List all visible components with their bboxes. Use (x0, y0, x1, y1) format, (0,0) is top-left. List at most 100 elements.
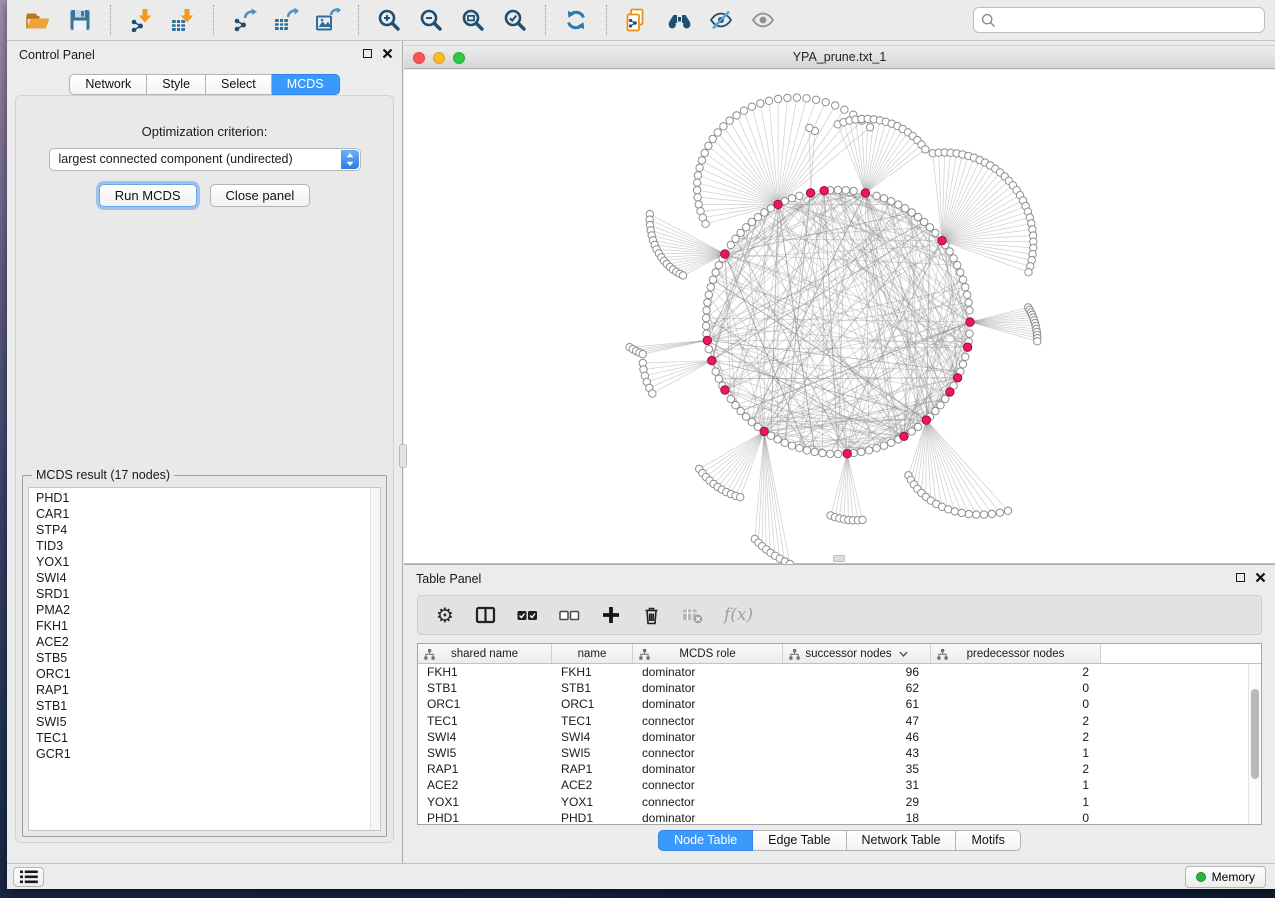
refresh-button[interactable] (561, 4, 591, 36)
graph-node[interactable] (850, 187, 857, 194)
mcds-result-item[interactable]: PMA2 (29, 602, 369, 618)
graph-dominator-node[interactable] (938, 237, 946, 245)
minimize-traffic-light-icon[interactable] (433, 52, 445, 64)
graph-node[interactable] (754, 213, 761, 220)
mcds-result-list[interactable]: PHD1CAR1STP4TID3YOX1SWI4SRD1PMA2FKH1ACE2… (28, 487, 381, 831)
column-header-name[interactable]: name (552, 644, 633, 663)
graph-node[interactable] (796, 192, 803, 199)
graph-node[interactable] (796, 445, 803, 452)
graph-node[interactable] (950, 255, 957, 262)
graph-node[interactable] (959, 361, 966, 368)
graph-node[interactable] (1025, 269, 1032, 276)
graph-node[interactable] (793, 94, 800, 101)
graph-node[interactable] (705, 346, 712, 353)
graph-node[interactable] (951, 508, 958, 515)
close-panel-button[interactable]: Close panel (210, 184, 311, 207)
mcds-result-item[interactable]: TID3 (29, 538, 369, 554)
graph-node[interactable] (740, 107, 747, 114)
graph-node[interactable] (922, 146, 929, 153)
graph-node[interactable] (726, 117, 733, 124)
graph-dominator-node[interactable] (922, 416, 930, 424)
graph-node[interactable] (707, 284, 714, 291)
graph-node[interactable] (954, 262, 961, 269)
table-row[interactable]: YOX1YOX1connector291 (418, 794, 1248, 810)
graph-node[interactable] (803, 95, 810, 102)
tab-edge-table[interactable]: Edge Table (753, 830, 846, 851)
network-graph[interactable] (404, 70, 1275, 564)
import-table-button[interactable] (168, 4, 198, 36)
graph-node[interactable] (980, 511, 987, 518)
combo-stepper-icon[interactable] (341, 150, 359, 169)
graph-node[interactable] (859, 516, 866, 523)
graph-node[interactable] (679, 272, 686, 279)
graph-node[interactable] (698, 157, 705, 164)
graph-node[interactable] (774, 436, 781, 443)
graph-node[interactable] (996, 509, 1003, 516)
table-row[interactable]: SWI4SWI4dominator462 (418, 729, 1248, 745)
export-image-button[interactable] (313, 4, 343, 36)
graph-node[interactable] (695, 201, 702, 208)
graph-dominator-node[interactable] (966, 318, 974, 326)
graph-node[interactable] (696, 164, 703, 171)
graph-node[interactable] (639, 350, 646, 357)
graph-node[interactable] (737, 494, 744, 501)
table-row[interactable]: RAP1RAP1dominator352 (418, 761, 1248, 777)
graph-node[interactable] (962, 284, 969, 291)
table-row[interactable]: ORC1ORC1dominator610 (418, 696, 1248, 712)
graph-node[interactable] (788, 195, 795, 202)
mcds-result-item[interactable]: GCR1 (29, 746, 369, 762)
graph-node[interactable] (806, 124, 813, 131)
graph-node[interactable] (966, 307, 973, 314)
clone-network-button[interactable] (622, 4, 652, 36)
close-traffic-light-icon[interactable] (413, 52, 425, 64)
mcds-list-scrollbar[interactable] (370, 488, 380, 830)
graph-node[interactable] (966, 330, 973, 337)
graph-node[interactable] (705, 142, 712, 149)
zoom-selected-button[interactable] (500, 4, 530, 36)
graph-node[interactable] (748, 103, 755, 110)
graph-node[interactable] (858, 448, 865, 455)
mcds-result-item[interactable]: SWI5 (29, 714, 369, 730)
graph-node[interactable] (693, 186, 700, 193)
graph-node[interactable] (908, 209, 915, 216)
graph-node[interactable] (774, 95, 781, 102)
graph-dominator-node[interactable] (703, 336, 711, 344)
column-header-shared-name[interactable]: shared name (418, 644, 552, 663)
mcds-result-item[interactable]: STB5 (29, 650, 369, 666)
mcds-result-item[interactable]: CAR1 (29, 506, 369, 522)
graph-node[interactable] (866, 124, 873, 131)
graph-node[interactable] (958, 509, 965, 516)
deselect-all-button[interactable] (559, 602, 580, 628)
import-network-button[interactable] (126, 4, 156, 36)
tab-network-table[interactable]: Network Table (847, 830, 957, 851)
mcds-result-item[interactable]: TEC1 (29, 730, 369, 746)
graph-node[interactable] (812, 96, 819, 103)
mcds-result-item[interactable]: SRD1 (29, 586, 369, 602)
mcds-result-item[interactable]: RAP1 (29, 682, 369, 698)
graph-node[interactable] (957, 269, 964, 276)
graph-node[interactable] (932, 229, 939, 236)
mcds-result-item[interactable]: PHD1 (29, 490, 369, 506)
graph-node[interactable] (761, 209, 768, 216)
graph-dominator-node[interactable] (774, 200, 782, 208)
table-row[interactable]: SWI5SWI5connector431 (418, 745, 1248, 761)
graph-dominator-node[interactable] (963, 343, 971, 351)
mcds-result-item[interactable]: ORC1 (29, 666, 369, 682)
memory-button[interactable]: Memory (1185, 866, 1266, 888)
tab-style[interactable]: Style (147, 74, 206, 95)
run-mcds-button[interactable]: Run MCDS (99, 184, 197, 207)
graph-node[interactable] (819, 449, 826, 456)
graph-dominator-node[interactable] (861, 189, 869, 197)
graph-node[interactable] (901, 205, 908, 212)
graph-node[interactable] (694, 194, 701, 201)
graph-node[interactable] (788, 442, 795, 449)
tab-network[interactable]: Network (69, 74, 147, 95)
graph-node[interactable] (694, 172, 701, 179)
graph-node[interactable] (834, 186, 841, 193)
graph-node[interactable] (765, 97, 772, 104)
graph-node[interactable] (865, 447, 872, 454)
tab-motifs[interactable]: Motifs (956, 830, 1020, 851)
graph-node[interactable] (827, 450, 834, 457)
graph-node[interactable] (767, 205, 774, 212)
graph-node[interactable] (988, 510, 995, 517)
